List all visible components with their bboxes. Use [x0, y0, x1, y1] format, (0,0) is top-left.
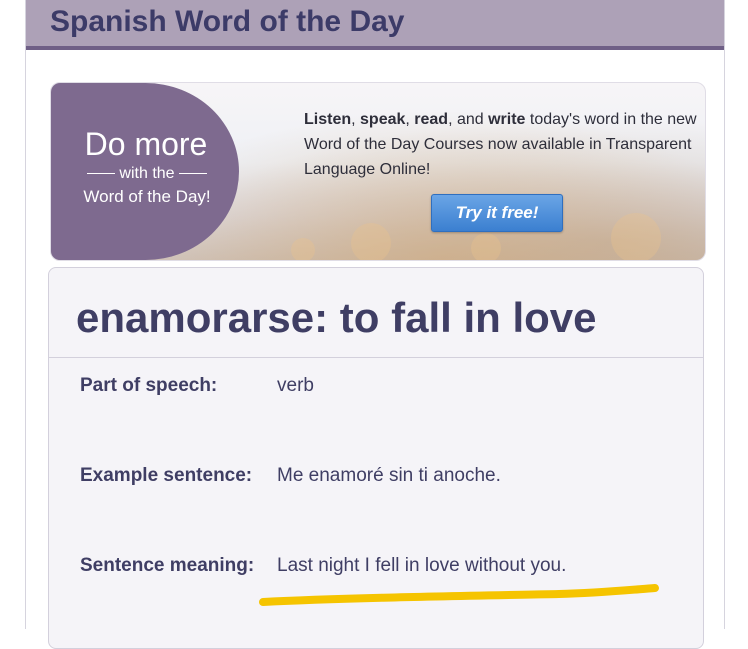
- promo-badge: Do more with the Word of the Day!: [51, 83, 239, 260]
- example-sentence-label: Example sentence:: [80, 465, 253, 486]
- bokeh-light: [611, 213, 661, 260]
- bokeh-light: [351, 223, 391, 260]
- word-title: enamorarse: to fall in love: [76, 294, 597, 341]
- promo-text-part: Listen: [304, 111, 352, 128]
- promo-do-more: Do more: [84, 126, 208, 162]
- example-sentence-value: Me enamoré sin ti anoche.: [277, 465, 501, 486]
- promo-with-the: with the: [65, 165, 229, 183]
- promo-text-part: read: [414, 111, 449, 128]
- promo-word-of-the-day: Word of the Day!: [83, 187, 211, 206]
- promo-with-the-text: with the: [119, 165, 175, 182]
- yellow-underline-highlight: [259, 584, 659, 606]
- highlight-stroke: [259, 584, 659, 606]
- word-of-the-day-panel: Spanish Word of the Day Do more with the…: [25, 0, 725, 649]
- dash-left: [87, 173, 116, 175]
- promo-text-part: , and: [448, 111, 489, 128]
- promo-text-part: write: [488, 111, 526, 128]
- sentence-meaning-label: Sentence meaning:: [80, 555, 255, 576]
- page-title: Spanish Word of the Day: [50, 5, 405, 38]
- dash-right: [178, 173, 207, 175]
- promo-text-part: ,: [405, 111, 415, 128]
- bokeh-light: [471, 233, 501, 260]
- promo-text-part: ,: [351, 111, 361, 128]
- promo-text-part: speak: [360, 111, 406, 128]
- sentence-meaning-value: Last night I fell in love without you.: [277, 555, 567, 576]
- promo-banner[interactable]: Do more with the Word of the Day! Listen…: [50, 82, 706, 261]
- promo-text: Listen, speak, read, and write today's w…: [304, 107, 704, 182]
- try-it-free-button[interactable]: Try it free!: [431, 194, 563, 232]
- word-card-header: enamorarse: to fall in love: [49, 268, 703, 358]
- part-of-speech-label: Part of speech:: [80, 375, 218, 396]
- part-of-speech-value: verb: [277, 375, 314, 396]
- page-header: Spanish Word of the Day: [26, 0, 724, 50]
- bokeh-light: [291, 238, 315, 260]
